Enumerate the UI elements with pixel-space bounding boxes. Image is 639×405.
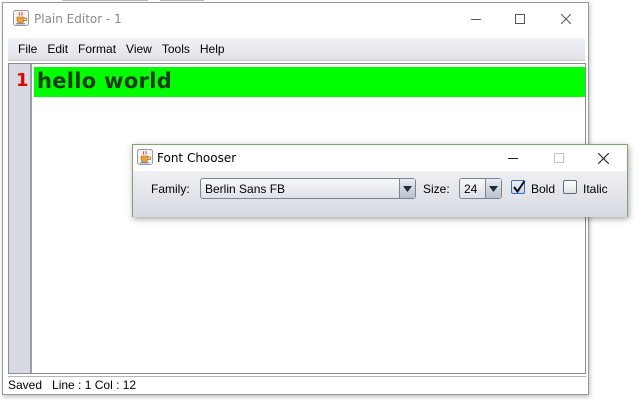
dialog-titlebar[interactable]: Font Chooser — [133, 145, 627, 171]
minimize-icon — [508, 158, 518, 159]
dialog-maximize-button — [537, 145, 581, 171]
window-title: Plain Editor - 1 — [34, 12, 122, 26]
minimize-icon — [471, 19, 481, 20]
size-select[interactable]: 24 — [459, 178, 502, 199]
desktop: Plain Editor - 1 File Edit Format View T… — [0, 0, 639, 405]
line-number-gutter: 1 — [9, 64, 32, 373]
java-coffee-cup-icon — [137, 149, 153, 165]
maximize-button[interactable] — [497, 3, 543, 35]
close-icon — [561, 14, 571, 24]
chevron-down-icon — [489, 185, 498, 192]
minimize-button[interactable] — [453, 3, 499, 35]
dialog-close-button[interactable] — [581, 145, 625, 171]
bold-label[interactable]: Bold — [531, 182, 555, 196]
italic-label[interactable]: Italic — [583, 182, 608, 196]
size-dropdown-button[interactable] — [485, 179, 501, 198]
family-dropdown-button[interactable] — [399, 179, 415, 198]
font-chooser-dialog: Font Chooser Family: Berlin Sans FB Size… — [132, 144, 628, 217]
menu-format[interactable]: Format — [73, 38, 121, 60]
dialog-body: Family: Berlin Sans FB Size: 24 Bold Ita… — [133, 171, 627, 217]
menu-bar: File Edit Format View Tools Help — [8, 38, 585, 61]
menu-help[interactable]: Help — [195, 38, 230, 60]
dialog-minimize-button[interactable] — [491, 145, 535, 171]
size-label: Size: — [423, 182, 450, 196]
menu-edit[interactable]: Edit — [42, 38, 73, 60]
status-bar: Saved Line : 1 Col : 12 — [8, 376, 586, 393]
dialog-title: Font Chooser — [157, 151, 237, 165]
menu-tools[interactable]: Tools — [157, 38, 195, 60]
editor-titlebar[interactable]: Plain Editor - 1 — [3, 3, 588, 35]
chevron-down-icon — [403, 185, 412, 192]
menu-file[interactable]: File — [8, 38, 42, 60]
menu-view[interactable]: View — [121, 38, 157, 60]
maximize-icon — [554, 153, 564, 163]
size-value: 24 — [464, 182, 478, 196]
java-coffee-cup-icon — [13, 10, 29, 26]
family-label: Family: — [151, 182, 190, 196]
family-select[interactable]: Berlin Sans FB — [200, 178, 416, 199]
line-number: 1 — [16, 70, 29, 91]
maximize-icon — [515, 14, 525, 24]
close-button[interactable] — [543, 3, 589, 35]
editor-text-line[interactable]: hello world — [37, 69, 172, 93]
text-editor-area[interactable]: 1 hello world — [8, 63, 586, 374]
italic-checkbox[interactable] — [563, 180, 577, 194]
family-value: Berlin Sans FB — [205, 182, 286, 196]
checkmark-icon — [513, 180, 526, 194]
bold-checkbox[interactable] — [511, 180, 526, 194]
close-icon — [597, 152, 609, 164]
